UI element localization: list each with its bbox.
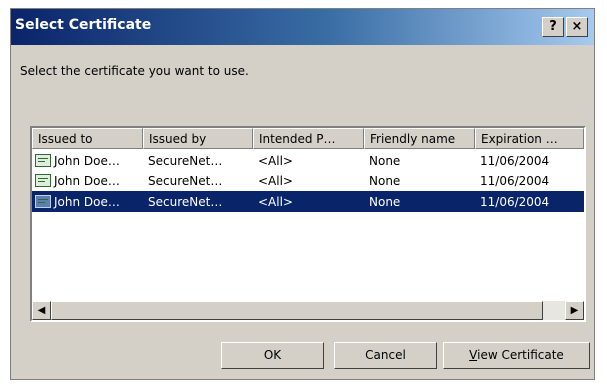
scroll-thumb[interactable]	[51, 301, 543, 320]
help-button[interactable]: ?	[542, 17, 564, 37]
scroll-right-arrow-icon[interactable]: ▶	[565, 301, 584, 320]
view-certificate-button[interactable]: View Certificate	[443, 342, 590, 369]
column-header-issued-to[interactable]: Issued to	[32, 128, 143, 149]
certificate-icon	[35, 174, 51, 187]
ok-button[interactable]: OK	[221, 342, 324, 369]
issued-to-text: John Doe…	[54, 153, 120, 168]
list-header: Issued to Issued by Intended P… Friendly…	[32, 128, 584, 149]
certificate-icon	[35, 154, 51, 167]
issued-to-text: John Doe…	[54, 194, 120, 209]
horizontal-scrollbar[interactable]: ◀ ▶	[32, 301, 584, 320]
column-header-issued-by[interactable]: Issued by	[143, 128, 253, 149]
issued-by-text: SecureNet…	[148, 173, 223, 188]
expiration-text: 11/06/2004	[480, 194, 550, 209]
certificate-icon	[35, 195, 51, 208]
view-certificate-label: iew Certificate	[477, 348, 564, 362]
issued-to-text: John Doe…	[54, 173, 120, 188]
select-certificate-dialog: Select Certificate ? × Select the certif…	[10, 8, 595, 380]
expiration-text: 11/06/2004	[480, 153, 550, 168]
column-header-expiration[interactable]: Expiration …	[475, 128, 584, 149]
issued-by-text: SecureNet…	[148, 153, 223, 168]
issued-by-text: SecureNet…	[148, 194, 223, 209]
column-header-intended-purposes[interactable]: Intended P…	[253, 128, 364, 149]
cancel-button[interactable]: Cancel	[334, 342, 437, 369]
list-item[interactable]: John Doe… SecureNet… <All> None 11/06/20…	[32, 150, 584, 171]
column-header-friendly-name[interactable]: Friendly name	[364, 128, 475, 149]
intended-purposes-text: <All>	[258, 173, 293, 188]
intended-purposes-text: <All>	[258, 194, 293, 209]
friendly-name-text: None	[369, 153, 401, 168]
list-item[interactable]: John Doe… SecureNet… <All> None 11/06/20…	[32, 170, 584, 191]
prompt-text: Select the certificate you want to use.	[20, 64, 249, 78]
list-item-selected[interactable]: John Doe… SecureNet… <All> None 11/06/20…	[32, 191, 584, 212]
expiration-text: 11/06/2004	[480, 173, 550, 188]
title-bar[interactable]: Select Certificate ? ×	[11, 9, 594, 45]
friendly-name-text: None	[369, 173, 401, 188]
certificate-list[interactable]: Issued to Issued by Intended P… Friendly…	[30, 126, 586, 322]
friendly-name-text: None	[369, 194, 401, 209]
view-certificate-accelerator: V	[469, 348, 478, 362]
window-title: Select Certificate	[15, 17, 152, 33]
close-button[interactable]: ×	[566, 17, 588, 37]
scroll-left-arrow-icon[interactable]: ◀	[32, 301, 51, 320]
cell-issued-to: John Doe…	[32, 174, 143, 188]
cell-issued-to: John Doe…	[32, 154, 143, 168]
cell-issued-to: John Doe…	[32, 195, 143, 209]
intended-purposes-text: <All>	[258, 153, 293, 168]
